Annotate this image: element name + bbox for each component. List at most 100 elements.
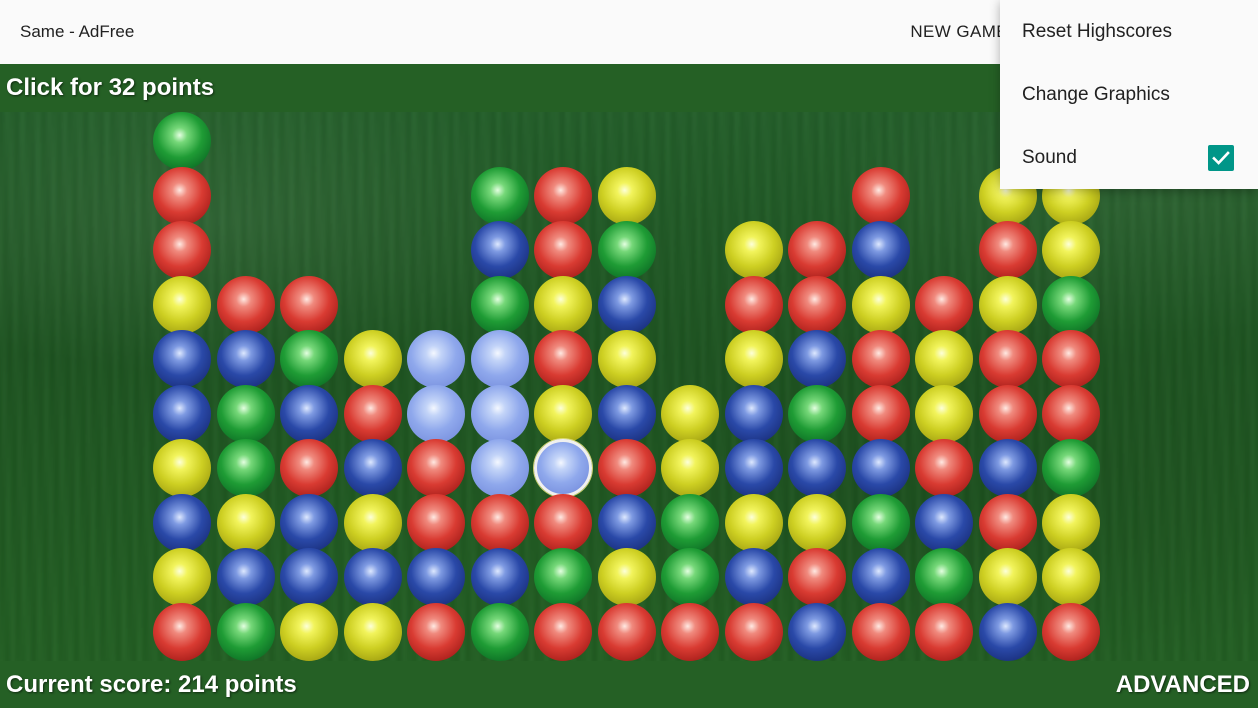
- ball-blue[interactable]: [407, 548, 465, 606]
- ball-blue[interactable]: [788, 330, 846, 388]
- ball-blue[interactable]: [788, 439, 846, 497]
- ball-green[interactable]: [1042, 276, 1100, 334]
- ball-red[interactable]: [280, 439, 338, 497]
- ball-red[interactable]: [852, 330, 910, 388]
- ball-yellow[interactable]: [598, 167, 656, 225]
- ball-yellow[interactable]: [534, 276, 592, 334]
- ball-blue[interactable]: [153, 385, 211, 443]
- ball-blue[interactable]: [915, 494, 973, 552]
- ball-yellow[interactable]: [979, 548, 1037, 606]
- ball-red[interactable]: [407, 494, 465, 552]
- ball-lightblue[interactable]: [534, 439, 592, 497]
- ball-green[interactable]: [471, 603, 529, 661]
- ball-blue[interactable]: [344, 548, 402, 606]
- ball-red[interactable]: [725, 276, 783, 334]
- ball-blue[interactable]: [280, 385, 338, 443]
- ball-lightblue[interactable]: [407, 330, 465, 388]
- ball-lightblue[interactable]: [471, 330, 529, 388]
- ball-green[interactable]: [534, 548, 592, 606]
- ball-red[interactable]: [534, 221, 592, 279]
- ball-yellow[interactable]: [344, 330, 402, 388]
- ball-green[interactable]: [915, 548, 973, 606]
- ball-red[interactable]: [979, 330, 1037, 388]
- ball-lightblue[interactable]: [407, 385, 465, 443]
- ball-red[interactable]: [344, 385, 402, 443]
- ball-red[interactable]: [280, 276, 338, 334]
- ball-blue[interactable]: [280, 494, 338, 552]
- ball-blue[interactable]: [979, 603, 1037, 661]
- ball-red[interactable]: [979, 494, 1037, 552]
- ball-blue[interactable]: [725, 548, 783, 606]
- ball-green[interactable]: [471, 167, 529, 225]
- ball-yellow[interactable]: [725, 330, 783, 388]
- ball-yellow[interactable]: [661, 439, 719, 497]
- ball-red[interactable]: [217, 276, 275, 334]
- ball-blue[interactable]: [725, 385, 783, 443]
- ball-red[interactable]: [852, 385, 910, 443]
- ball-blue[interactable]: [852, 221, 910, 279]
- ball-yellow[interactable]: [344, 603, 402, 661]
- ball-blue[interactable]: [725, 439, 783, 497]
- ball-green[interactable]: [852, 494, 910, 552]
- ball-red[interactable]: [661, 603, 719, 661]
- ball-red[interactable]: [915, 603, 973, 661]
- ball-yellow[interactable]: [725, 494, 783, 552]
- ball-red[interactable]: [153, 167, 211, 225]
- ball-blue[interactable]: [979, 439, 1037, 497]
- ball-yellow[interactable]: [725, 221, 783, 279]
- ball-red[interactable]: [852, 603, 910, 661]
- ball-yellow[interactable]: [1042, 548, 1100, 606]
- ball-yellow[interactable]: [217, 494, 275, 552]
- ball-blue[interactable]: [153, 330, 211, 388]
- ball-green[interactable]: [153, 112, 211, 170]
- ball-yellow[interactable]: [788, 494, 846, 552]
- ball-green[interactable]: [217, 603, 275, 661]
- ball-blue[interactable]: [852, 548, 910, 606]
- ball-red[interactable]: [1042, 330, 1100, 388]
- ball-red[interactable]: [788, 548, 846, 606]
- ball-blue[interactable]: [471, 221, 529, 279]
- overflow-menu[interactable]: Reset Highscores Change Graphics Sound: [1000, 0, 1258, 189]
- ball-red[interactable]: [153, 603, 211, 661]
- ball-red[interactable]: [153, 221, 211, 279]
- ball-green[interactable]: [598, 221, 656, 279]
- menu-item-sound[interactable]: Sound: [1000, 126, 1258, 189]
- menu-item-reset-highscores[interactable]: Reset Highscores: [1000, 0, 1258, 63]
- ball-red[interactable]: [598, 603, 656, 661]
- ball-blue[interactable]: [788, 603, 846, 661]
- ball-blue[interactable]: [598, 385, 656, 443]
- ball-green[interactable]: [661, 494, 719, 552]
- ball-red[interactable]: [788, 276, 846, 334]
- ball-red[interactable]: [1042, 603, 1100, 661]
- ball-blue[interactable]: [280, 548, 338, 606]
- new-game-button[interactable]: NEW GAME: [910, 0, 1008, 64]
- ball-red[interactable]: [915, 439, 973, 497]
- ball-blue[interactable]: [344, 439, 402, 497]
- ball-yellow[interactable]: [598, 330, 656, 388]
- ball-red[interactable]: [1042, 385, 1100, 443]
- ball-red[interactable]: [534, 603, 592, 661]
- ball-blue[interactable]: [217, 548, 275, 606]
- ball-green[interactable]: [217, 385, 275, 443]
- ball-yellow[interactable]: [280, 603, 338, 661]
- ball-red[interactable]: [534, 330, 592, 388]
- ball-green[interactable]: [471, 276, 529, 334]
- ball-yellow[interactable]: [915, 385, 973, 443]
- ball-yellow[interactable]: [852, 276, 910, 334]
- ball-red[interactable]: [598, 439, 656, 497]
- ball-red[interactable]: [534, 494, 592, 552]
- ball-yellow[interactable]: [1042, 494, 1100, 552]
- ball-yellow[interactable]: [1042, 221, 1100, 279]
- ball-blue[interactable]: [598, 276, 656, 334]
- ball-yellow[interactable]: [534, 385, 592, 443]
- ball-red[interactable]: [788, 221, 846, 279]
- ball-red[interactable]: [979, 221, 1037, 279]
- ball-red[interactable]: [471, 494, 529, 552]
- ball-red[interactable]: [725, 603, 783, 661]
- ball-red[interactable]: [852, 167, 910, 225]
- ball-yellow[interactable]: [153, 439, 211, 497]
- ball-yellow[interactable]: [915, 330, 973, 388]
- ball-red[interactable]: [979, 385, 1037, 443]
- ball-red[interactable]: [407, 439, 465, 497]
- ball-blue[interactable]: [598, 494, 656, 552]
